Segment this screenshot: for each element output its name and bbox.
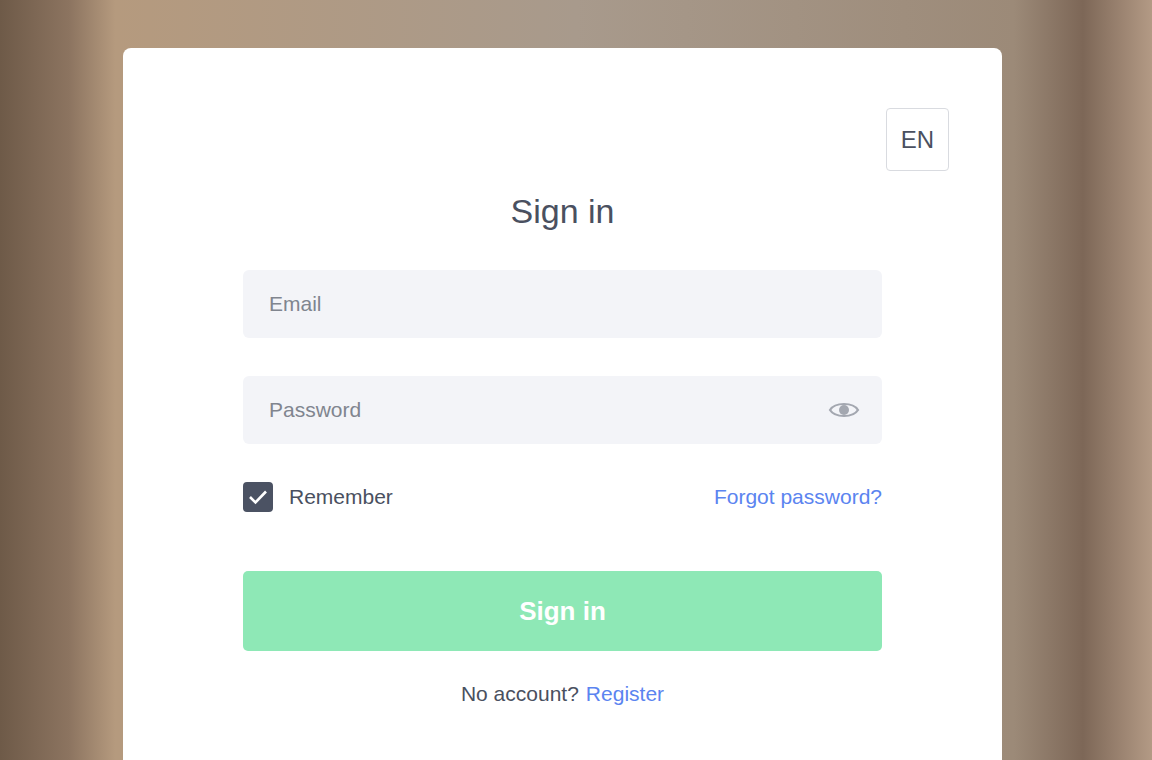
sign-in-title: Sign in bbox=[176, 191, 949, 231]
card-header: EN bbox=[176, 108, 949, 171]
password-input[interactable] bbox=[243, 376, 882, 444]
register-link[interactable]: Register bbox=[586, 682, 664, 706]
login-page: EN Sign in Remember Forgot password? Sign in… bbox=[0, 0, 1152, 760]
email-input[interactable] bbox=[243, 270, 882, 338]
sign-in-card: EN Sign in Remember Forgot password? Sign in… bbox=[123, 48, 1002, 760]
register-prompt: No account? bbox=[461, 682, 579, 706]
register-row: No account? Register bbox=[243, 682, 882, 706]
check-icon bbox=[248, 489, 268, 505]
remember-checkbox[interactable]: Remember bbox=[243, 482, 393, 512]
forgot-password-link[interactable]: Forgot password? bbox=[714, 485, 882, 509]
remember-label: Remember bbox=[289, 485, 393, 509]
password-field bbox=[243, 376, 882, 444]
email-field bbox=[243, 270, 882, 338]
eye-icon[interactable] bbox=[828, 399, 860, 421]
checkbox-box[interactable] bbox=[243, 482, 273, 512]
language-button[interactable]: EN bbox=[886, 108, 949, 171]
sign-in-button[interactable]: Sign in bbox=[243, 571, 882, 651]
options-row: Remember Forgot password? bbox=[243, 482, 882, 512]
sign-in-form: Remember Forgot password? Sign in No accoun… bbox=[243, 270, 882, 706]
